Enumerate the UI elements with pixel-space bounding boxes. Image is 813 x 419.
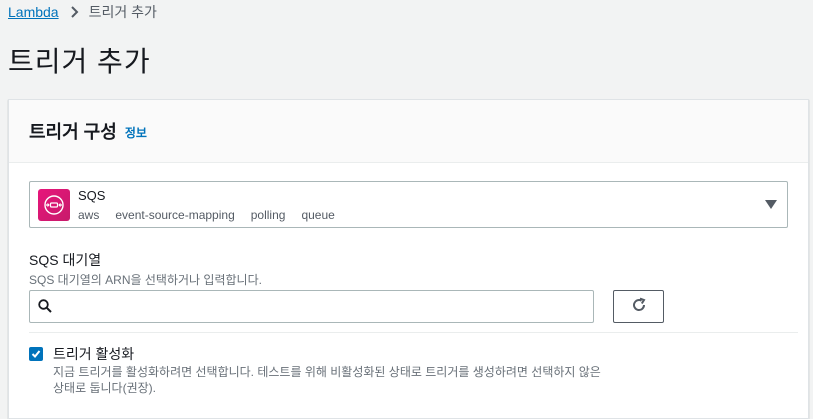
enable-trigger-label[interactable]: 트리거 활성화 — [53, 344, 134, 364]
source-tag: event-source-mapping — [115, 207, 235, 222]
breadcrumb: Lambda 트리거 추가 — [8, 3, 157, 21]
caret-down-icon[interactable] — [765, 200, 777, 209]
enable-trigger-description: 지금 트리거를 활성화하려면 선택합니다. 테스트를 위해 비활성화된 상태로 … — [53, 365, 601, 395]
info-link[interactable]: 정보 — [125, 124, 147, 141]
source-tag: polling — [250, 207, 286, 222]
trigger-source-select[interactable]: SQS aws event-source-mapping polling que… — [29, 181, 788, 228]
source-tag: aws — [78, 207, 100, 222]
sqs-queue-label: SQS 대기열 — [29, 252, 102, 268]
search-icon — [38, 299, 52, 318]
chevron-right-icon — [70, 6, 79, 18]
breadcrumb-current: 트리거 추가 — [88, 4, 157, 20]
divider — [29, 332, 798, 333]
sqs-icon — [38, 188, 70, 221]
sqs-queue-description: SQS 대기열의 ARN을 선택하거나 입력합니다. — [29, 273, 262, 287]
source-tag: queue — [301, 207, 335, 222]
panel-title: 트리거 구성 — [29, 122, 117, 142]
refresh-button[interactable] — [613, 290, 664, 323]
breadcrumb-lambda-link[interactable]: Lambda — [8, 4, 59, 20]
page-title: 트리거 추가 — [8, 46, 151, 77]
source-text: SQS aws event-source-mapping polling que… — [78, 188, 351, 222]
sqs-queue-input[interactable] — [60, 292, 585, 321]
panel-header: 트리거 구성 정보 — [9, 100, 808, 163]
source-name: SQS — [78, 187, 106, 203]
enable-trigger-checkbox[interactable] — [29, 347, 43, 361]
sqs-queue-search[interactable] — [29, 290, 594, 323]
trigger-config-panel: 트리거 구성 정보 SQS aws event-source-mapping p… — [8, 99, 809, 419]
refresh-icon — [631, 297, 647, 316]
source-tags: aws event-source-mapping polling queue — [78, 208, 351, 222]
